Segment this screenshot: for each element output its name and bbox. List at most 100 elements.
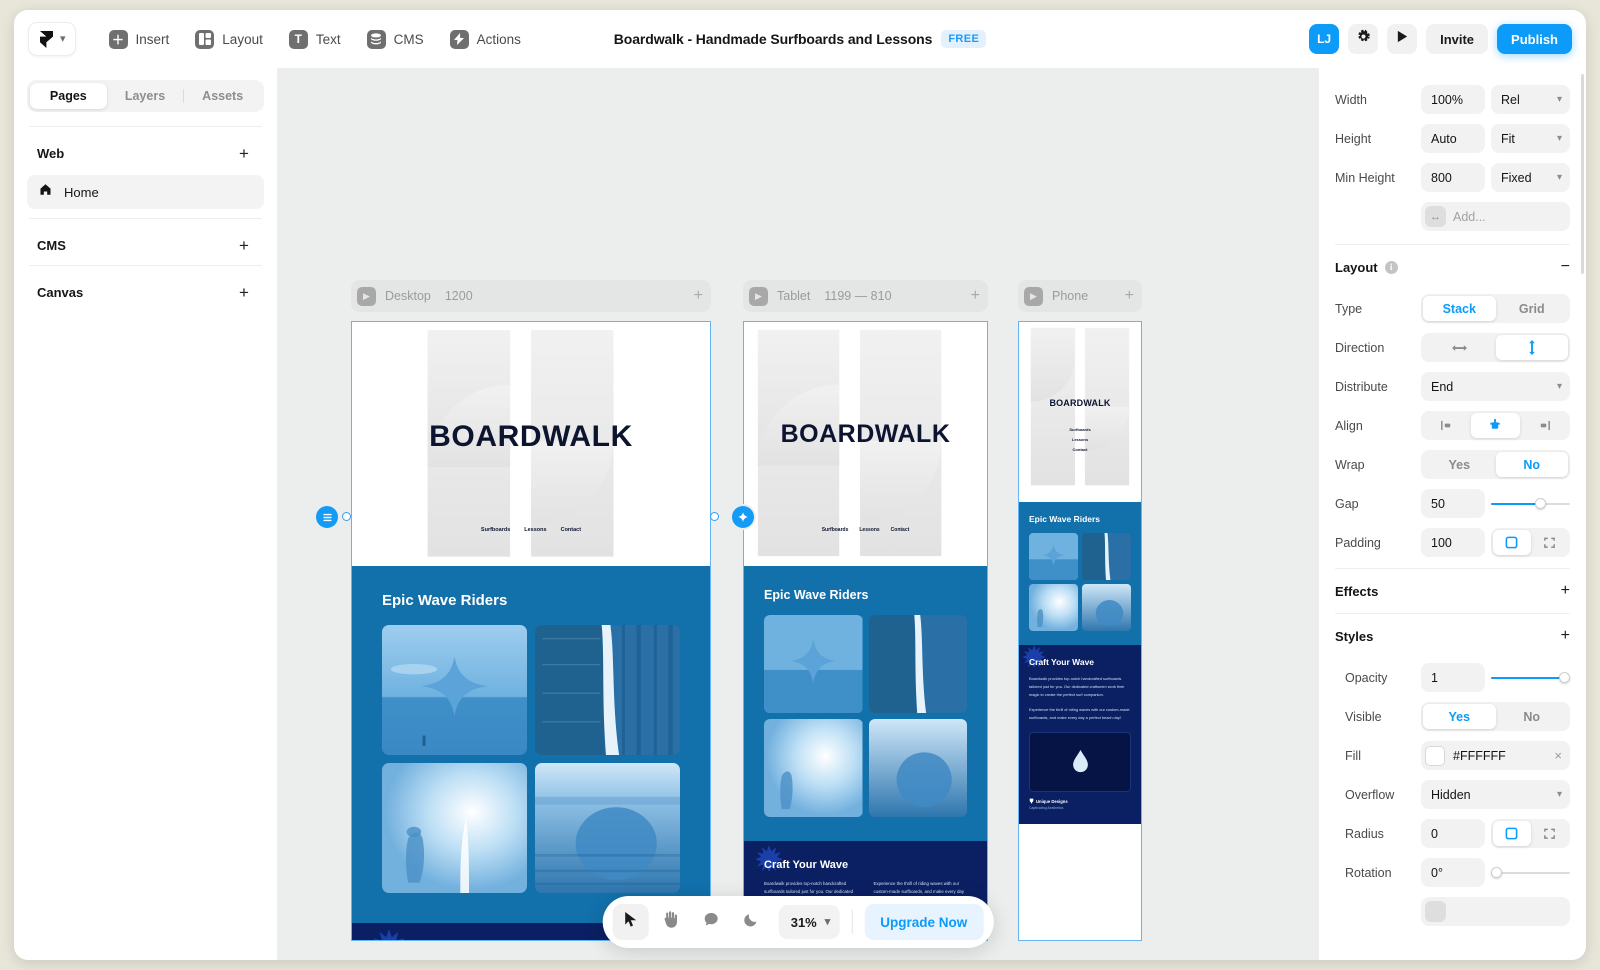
tab-assets[interactable]: Assets	[184, 83, 261, 109]
site-nav-contact[interactable]: Contact	[561, 527, 581, 533]
site-nav-lessons[interactable]: Lessons	[1019, 437, 1141, 442]
stack-badge[interactable]	[316, 506, 338, 528]
site-feature-sub: Captivating Aesthetics	[1029, 806, 1131, 810]
tab-pages[interactable]: Pages	[30, 83, 107, 109]
add-size-property-button[interactable]: ↔ Add...	[1421, 202, 1570, 231]
frame-phone-add[interactable]: +	[1125, 288, 1134, 304]
collapse-layout-button[interactable]: −	[1561, 259, 1570, 275]
toolbar-text[interactable]: T Text	[278, 22, 352, 56]
frame-desktop-body[interactable]: BOARDWALK Surfboards Lessons Contact Epi…	[351, 321, 711, 941]
fill-control[interactable]: #FFFFFF ×	[1421, 741, 1570, 770]
layout-type-stack[interactable]: Stack	[1423, 296, 1496, 321]
site-nav-surfboards[interactable]: Surfboards	[1019, 427, 1141, 432]
info-icon[interactable]: i	[1385, 261, 1398, 274]
add-web-page-button[interactable]: +	[234, 143, 254, 163]
frame-phone-body[interactable]: BOARDWALK Surfboards Lessons Contact Epi…	[1018, 321, 1142, 941]
upgrade-button[interactable]: Upgrade Now	[864, 904, 983, 940]
opacity-input[interactable]: 1	[1421, 663, 1485, 692]
direction-horizontal[interactable]	[1423, 335, 1496, 360]
add-effect-button[interactable]: +	[1561, 583, 1570, 599]
width-input[interactable]: 100%	[1421, 85, 1485, 114]
visible-no[interactable]: No	[1496, 704, 1569, 729]
settings-button[interactable]	[1348, 24, 1378, 54]
site-nav-lessons[interactable]: Lessons	[859, 527, 879, 533]
frame-tablet-add[interactable]: +	[971, 288, 980, 304]
preview-button[interactable]	[1387, 24, 1417, 54]
frame-desktop-add[interactable]: +	[694, 288, 703, 304]
width-unit-select[interactable]: Rel ▾	[1491, 85, 1570, 114]
opacity-slider[interactable]	[1491, 663, 1570, 692]
direction-vertical[interactable]	[1496, 335, 1569, 360]
site-nav-surfboards[interactable]: Surfboards	[481, 527, 510, 533]
row-padding: Padding 100	[1335, 523, 1570, 562]
site-nav-lessons[interactable]: Lessons	[524, 527, 546, 533]
section-layout-title: Layout	[1335, 260, 1378, 275]
frame-phone: ▶ Phone + BOARDWALK	[1018, 280, 1142, 941]
visible-yes[interactable]: Yes	[1423, 704, 1496, 729]
zoom-control[interactable]: 31% ▾	[779, 905, 840, 939]
row-visible: Visible Yes No	[1335, 697, 1570, 736]
ai-badge[interactable]	[732, 506, 754, 528]
fill-swatch[interactable]	[1425, 746, 1445, 766]
sidebar-item-home[interactable]: Home	[27, 175, 264, 209]
gap-input[interactable]: 50	[1421, 489, 1485, 518]
frame-phone-header[interactable]: ▶ Phone +	[1018, 280, 1142, 312]
gap-slider[interactable]	[1491, 489, 1570, 518]
tool-comment[interactable]	[693, 904, 729, 940]
next-style-row[interactable]	[1421, 897, 1570, 926]
add-canvas-button[interactable]: +	[234, 282, 254, 302]
invite-button[interactable]: Invite	[1426, 24, 1488, 54]
align-end[interactable]	[1520, 413, 1568, 438]
framer-menu-button[interactable]: ▾	[28, 22, 76, 56]
rotation-input[interactable]: 0°	[1421, 858, 1485, 887]
min-height-unit-select[interactable]: Fixed ▾	[1491, 163, 1570, 192]
overflow-select[interactable]: Hidden ▾	[1421, 780, 1570, 809]
min-height-input[interactable]: 800	[1421, 163, 1485, 192]
wrap-no[interactable]: No	[1496, 452, 1569, 477]
tool-pan[interactable]	[653, 904, 689, 940]
chevron-down-icon: ▾	[1557, 133, 1562, 144]
toolbar-actions[interactable]: Actions	[439, 22, 532, 56]
radius-all[interactable]	[1493, 821, 1531, 846]
close-icon[interactable]: ×	[1554, 748, 1562, 763]
frame-tablet-header[interactable]: ▶ Tablet 1199 — 810 +	[743, 280, 988, 312]
rotation-slider-knob[interactable]	[1491, 867, 1502, 878]
wrap-yes[interactable]: Yes	[1423, 452, 1496, 477]
padding-sides[interactable]	[1531, 530, 1569, 555]
hero-background-shape	[1019, 322, 1141, 499]
distribute-select[interactable]: End ▾	[1421, 372, 1570, 401]
layout-type-grid[interactable]: Grid	[1496, 296, 1569, 321]
resize-handle-left[interactable]	[342, 512, 351, 521]
height-input[interactable]: Auto	[1421, 124, 1485, 153]
radius-corners[interactable]	[1531, 821, 1569, 846]
toolbar-insert[interactable]: ＋ Insert	[98, 22, 181, 56]
gap-slider-knob[interactable]	[1535, 498, 1546, 509]
wrap-label: Wrap	[1335, 458, 1421, 472]
frame-desktop-header[interactable]: ▶ Desktop 1200 +	[351, 280, 711, 312]
toolbar-layout[interactable]: Layout	[184, 22, 274, 56]
publish-button[interactable]: Publish	[1497, 24, 1572, 54]
height-unit-select[interactable]: Fit ▾	[1491, 124, 1570, 153]
canvas[interactable]: ▶ Desktop 1200 +	[278, 68, 1318, 960]
tool-select[interactable]	[613, 904, 649, 940]
add-cms-collection-button[interactable]: +	[234, 235, 254, 255]
frame-tablet-body[interactable]: BOARDWALK Surfboards Lessons Contact Epi…	[743, 321, 988, 941]
site-nav-contact[interactable]: Contact	[891, 527, 910, 533]
toolbar-cms[interactable]: CMS	[356, 22, 435, 56]
rotation-slider[interactable]	[1491, 858, 1570, 887]
site-nav-surfboards[interactable]: Surfboards	[822, 527, 849, 533]
tab-layers[interactable]: Layers	[107, 83, 184, 109]
avatar[interactable]: LJ	[1309, 24, 1339, 54]
padding-all[interactable]	[1493, 530, 1531, 555]
add-style-button[interactable]: +	[1561, 628, 1570, 644]
radius-input[interactable]: 0	[1421, 819, 1485, 848]
align-center[interactable]	[1471, 413, 1519, 438]
site-gallery-grid-tablet	[764, 615, 967, 817]
padding-input[interactable]: 100	[1421, 528, 1485, 557]
opacity-slider-knob[interactable]	[1559, 672, 1570, 683]
resize-handle-right[interactable]	[710, 512, 719, 521]
align-start[interactable]	[1423, 413, 1471, 438]
panel-scrollbar[interactable]	[1581, 74, 1584, 274]
site-nav-contact[interactable]: Contact	[1019, 447, 1141, 452]
tool-dark-mode[interactable]	[733, 904, 769, 940]
